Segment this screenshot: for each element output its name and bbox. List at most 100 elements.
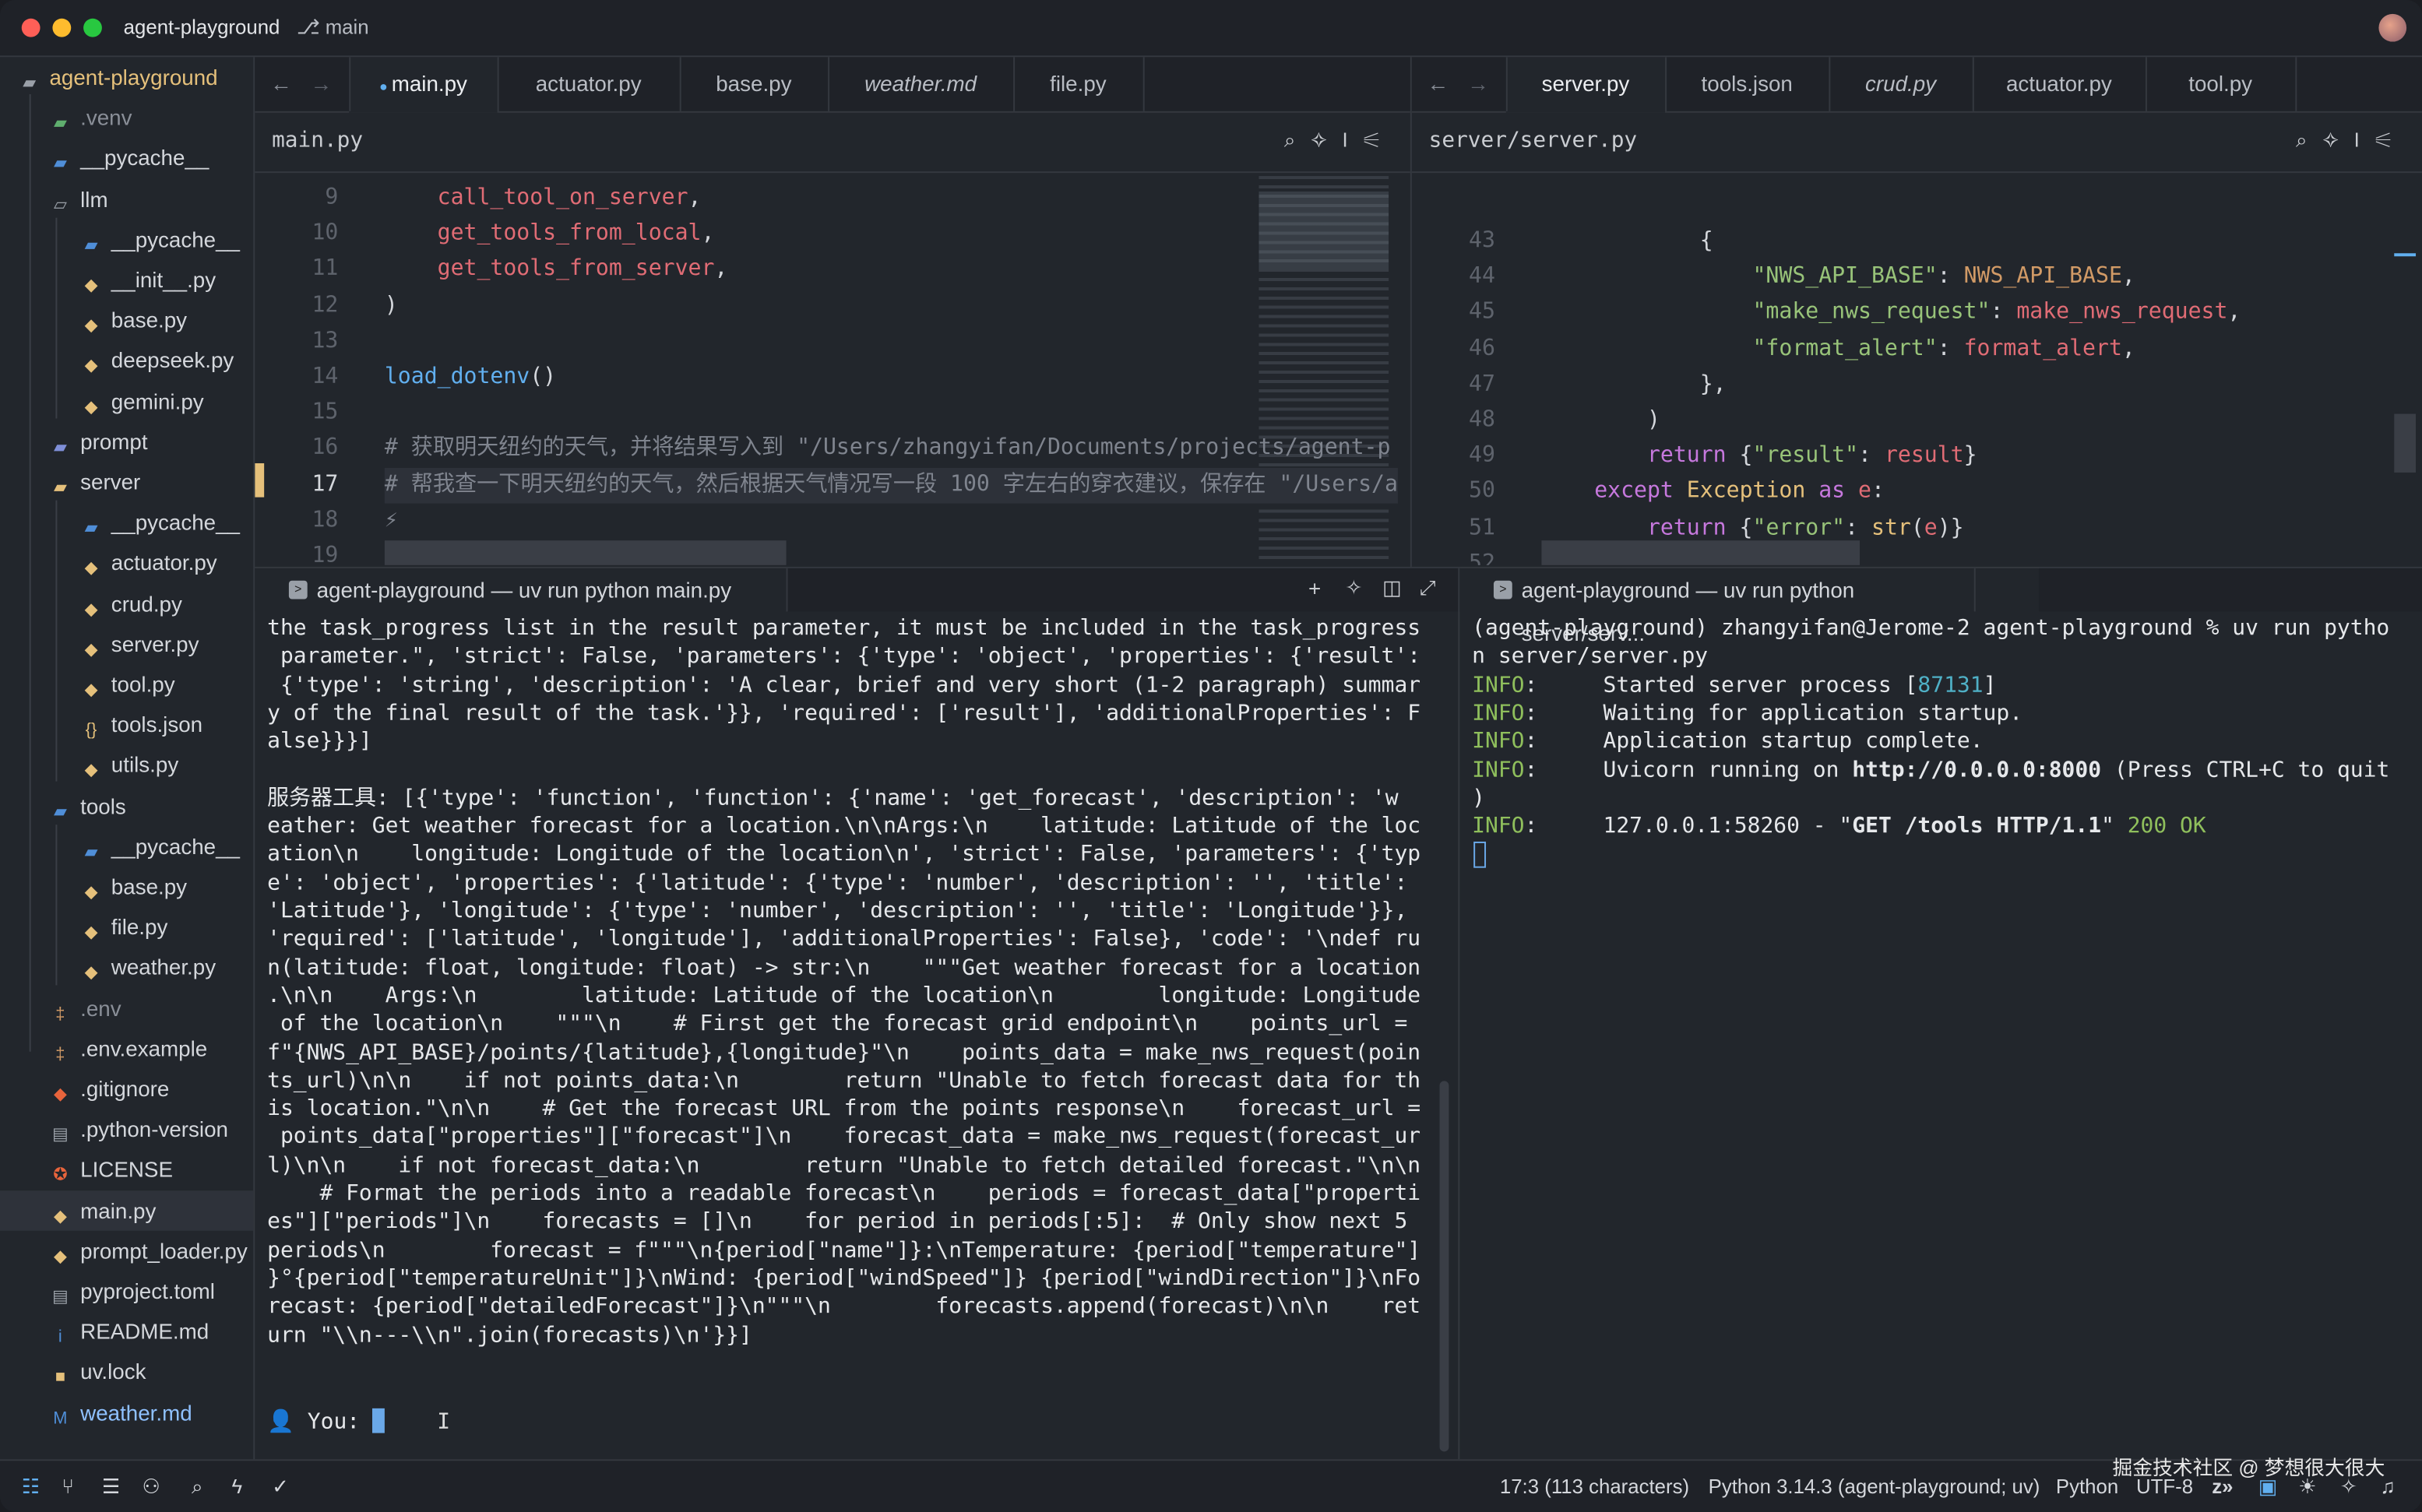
- line-number: 11: [255, 252, 338, 288]
- editor-tab[interactable]: crud.py: [1829, 57, 1973, 111]
- file-tree-item[interactable]: ✪LICENSE: [0, 1149, 253, 1190]
- file-tree-item[interactable]: ▰agent-playground: [0, 57, 253, 97]
- env-file-icon: ‡: [49, 1045, 71, 1065]
- project-panel-icon[interactable]: ☷: [22, 1475, 40, 1500]
- sparkle-icon[interactable]: ✧: [2322, 128, 2353, 152]
- file-tree-item[interactable]: ▰tools: [0, 786, 253, 826]
- settings-sliders-icon[interactable]: ⚟: [2375, 128, 2406, 152]
- file-tree-item[interactable]: ◆deepseek.py: [0, 340, 253, 381]
- editor-tab[interactable]: tools.json: [1665, 57, 1830, 111]
- file-tree-item[interactable]: ▰server: [0, 462, 253, 502]
- editor-tab[interactable]: server.py: [1506, 57, 1667, 112]
- project-name[interactable]: agent-playground: [124, 16, 280, 39]
- maximize-window-button[interactable]: [83, 19, 102, 37]
- terminal-scrollbar[interactable]: [1440, 1081, 1449, 1451]
- right-editor-tab-bar: ← → server.pytools.jsoncrud.pyactuator.p…: [1412, 57, 2422, 112]
- code-text: ⚡: [385, 503, 398, 539]
- git-icon: ◆: [49, 1085, 71, 1106]
- git-branch-icon[interactable]: ⑂: [62, 1475, 73, 1498]
- editor-tab[interactable]: ● main.py: [349, 57, 498, 112]
- terminal-line: parameter.", 'strict': False, 'parameter…: [267, 643, 1420, 671]
- file-tree-item[interactable]: ◆tool.py: [0, 664, 253, 705]
- left-terminal-output[interactable]: the task_progress list in the result par…: [267, 614, 1441, 1456]
- terminal-tab[interactable]: > agent-playground — uv run python serve…: [1459, 568, 1975, 612]
- file-tree-item[interactable]: ▰__pycache__: [0, 219, 253, 259]
- file-tree-item[interactable]: ◆__init__.py: [0, 259, 253, 300]
- tab-label: server.py: [1542, 71, 1630, 96]
- editor-tab[interactable]: weather.md: [828, 57, 1015, 111]
- editor-tab[interactable]: base.py: [680, 57, 829, 111]
- file-tree-item[interactable]: ◆weather.py: [0, 948, 253, 988]
- editor-tab[interactable]: actuator.py: [1973, 57, 2147, 111]
- file-tree-item[interactable]: {}tools.json: [0, 705, 253, 745]
- code-token: ): [1541, 408, 1660, 433]
- cursor-position[interactable]: 17:3 (113 characters): [1500, 1475, 1689, 1498]
- file-tree-item[interactable]: ◆crud.py: [0, 583, 253, 624]
- file-tree-item[interactable]: ◆file.py: [0, 907, 253, 948]
- file-tree-item[interactable]: ◆gemini.py: [0, 381, 253, 421]
- file-tree-item[interactable]: ▰__pycache__: [0, 138, 253, 178]
- editor-tab[interactable]: tool.py: [2146, 57, 2297, 111]
- check-icon[interactable]: ✓: [272, 1475, 289, 1500]
- file-tree-item[interactable]: ‡.env.example: [0, 1029, 253, 1069]
- minimap-viewport[interactable]: [1259, 192, 1389, 269]
- file-tree-item[interactable]: ▤pyproject.toml: [0, 1271, 253, 1311]
- code-text: get_tools_from_server,: [385, 252, 728, 288]
- language-mode[interactable]: Python: [2056, 1475, 2118, 1498]
- file-tree-item[interactable]: ▰__pycache__: [0, 502, 253, 543]
- file-tree-item[interactable]: ◆base.py: [0, 867, 253, 907]
- code-token: return: [1541, 444, 1739, 469]
- editor-tab[interactable]: actuator.py: [498, 57, 681, 111]
- maximize-icon[interactable]: ⤢: [1420, 576, 1436, 601]
- file-tree-item[interactable]: ■uv.lock: [0, 1352, 253, 1392]
- minimize-window-button[interactable]: [52, 19, 71, 37]
- file-tree-item[interactable]: ◆server.py: [0, 624, 253, 664]
- collab-icon[interactable]: ⚇: [142, 1475, 160, 1500]
- file-tree-item[interactable]: Mweather.md: [0, 1392, 253, 1433]
- right-code-editor[interactable]: 43 {44 "NWS_API_BASE": NWS_API_BASE,45 "…: [1412, 173, 2422, 565]
- file-tree-item[interactable]: ‡.env: [0, 988, 253, 1029]
- left-code-editor[interactable]: 9 call_tool_on_server,10 get_tools_from_…: [255, 173, 1410, 565]
- editor-tab[interactable]: file.py: [1013, 57, 1145, 111]
- split-pane-icon[interactable]: ◫: [1382, 576, 1401, 601]
- add-terminal-icon[interactable]: +: [1308, 576, 1321, 601]
- file-tree-item[interactable]: ◆main.py: [0, 1190, 253, 1230]
- right-terminal-output[interactable]: (agent-playground) zhangyifan@Jerome-2 a…: [1472, 614, 2414, 892]
- avatar[interactable]: [2378, 14, 2406, 42]
- settings-sliders-icon[interactable]: ⚟: [1364, 128, 1395, 152]
- outline-icon[interactable]: ☰: [102, 1475, 120, 1500]
- file-tree-item[interactable]: ▱llm: [0, 178, 253, 219]
- cursor-icon[interactable]: I: [2354, 128, 2375, 152]
- search-icon[interactable]: ⌕: [1284, 128, 1311, 152]
- code-text: return {"result": result}: [1541, 439, 1977, 475]
- sparkle-icon[interactable]: ✧: [1311, 128, 1342, 152]
- python-interpreter[interactable]: Python 3.14.3 (agent-playground; uv): [1709, 1475, 2040, 1498]
- file-tree-item[interactable]: ▰prompt: [0, 421, 253, 462]
- file-tree-item[interactable]: ◆utils.py: [0, 745, 253, 786]
- file-tree-item[interactable]: ◆actuator.py: [0, 543, 253, 583]
- file-tree-item[interactable]: ▰__pycache__: [0, 826, 253, 867]
- chat-prompt[interactable]: 👤 You:I: [267, 1409, 450, 1437]
- search-icon[interactable]: ⌕: [192, 1475, 202, 1500]
- close-window-button[interactable]: [22, 19, 40, 37]
- terminal-token: ": [2101, 814, 2128, 839]
- file-tree-item[interactable]: ◆.gitignore: [0, 1069, 253, 1109]
- toml-file-icon: ▤: [49, 1288, 71, 1308]
- code-line: 13: [255, 324, 1243, 360]
- file-tree-item[interactable]: ▤.python-version: [0, 1109, 253, 1149]
- sparkle-icon[interactable]: ✧: [1346, 576, 1363, 601]
- cursor-icon[interactable]: I: [1343, 128, 1364, 152]
- breadcrumb[interactable]: main.py: [272, 128, 363, 153]
- breadcrumb[interactable]: server/server.py: [1429, 128, 1637, 153]
- terminal-token: INFO: [1472, 673, 1524, 698]
- search-icon[interactable]: ⌕: [2296, 128, 2322, 152]
- file-tree-item[interactable]: ◆prompt_loader.py: [0, 1230, 253, 1271]
- branch-selector[interactable]: ⎇ main: [297, 16, 369, 40]
- right-terminal-tab-bar: > agent-playground — uv run python serve…: [1459, 567, 2422, 612]
- terminal-tab[interactable]: > agent-playground — uv run python main.…: [255, 568, 787, 612]
- lightning-icon[interactable]: ϟ: [232, 1475, 243, 1498]
- file-tree-item[interactable]: ◆base.py: [0, 300, 253, 340]
- file-tree-item[interactable]: ▰.venv: [0, 97, 253, 138]
- info-icon: i: [49, 1328, 71, 1348]
- file-tree-item[interactable]: iREADME.md: [0, 1311, 253, 1352]
